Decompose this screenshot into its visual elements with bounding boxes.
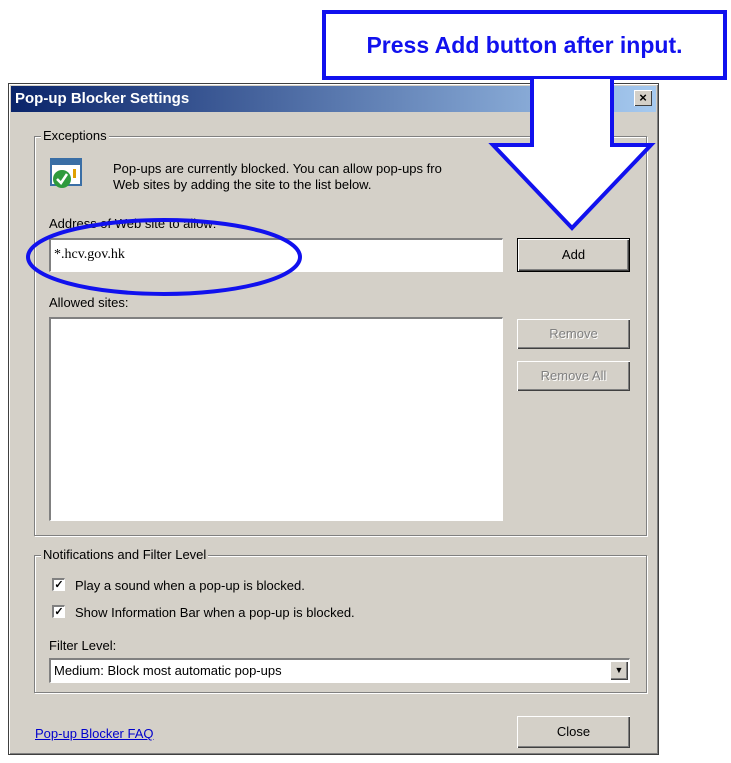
faq-link[interactable]: Pop-up Blocker FAQ [35,726,154,741]
address-input[interactable]: *.hcv.gov.hk [49,238,503,272]
notifications-legend: Notifications and Filter Level [41,547,209,562]
popup-blocker-dialog: Pop-up Blocker Settings × Exceptions Pop… [8,83,659,755]
info-bar-checkbox[interactable]: ✓ [52,605,65,618]
play-sound-label: Play a sound when a pop-up is blocked. [75,578,305,593]
add-button[interactable]: Add [517,238,630,272]
info-bar-label: Show Information Bar when a pop-up is bl… [75,605,355,620]
allowed-sites-label: Allowed sites: [49,295,129,310]
info-text-line2: Web sites by adding the site to the list… [113,177,372,192]
play-sound-checkbox[interactable]: ✓ [52,578,65,591]
close-icon[interactable]: × [634,90,652,106]
close-button[interactable]: Close [517,716,630,748]
callout-text: Press Add button after input. [366,31,683,58]
filter-level-label: Filter Level: [49,638,117,653]
dialog-title: Pop-up Blocker Settings [15,90,190,107]
address-label: Address of Web site to allow: [49,216,217,231]
allowed-sites-list[interactable] [49,317,503,521]
instruction-callout: Press Add button after input. [322,10,727,80]
filter-level-select[interactable]: Medium: Block most automatic pop-ups ▼ [49,658,630,683]
shield-check-icon [50,158,82,188]
exceptions-legend: Exceptions [41,128,109,143]
chevron-down-icon[interactable]: ▼ [610,661,628,680]
info-text-line1: Pop-ups are currently blocked. You can a… [113,161,442,176]
remove-all-button[interactable]: Remove All [517,361,630,391]
filter-level-value: Medium: Block most automatic pop-ups [54,663,282,678]
remove-button[interactable]: Remove [517,319,630,349]
title-bar: Pop-up Blocker Settings × [11,86,656,112]
